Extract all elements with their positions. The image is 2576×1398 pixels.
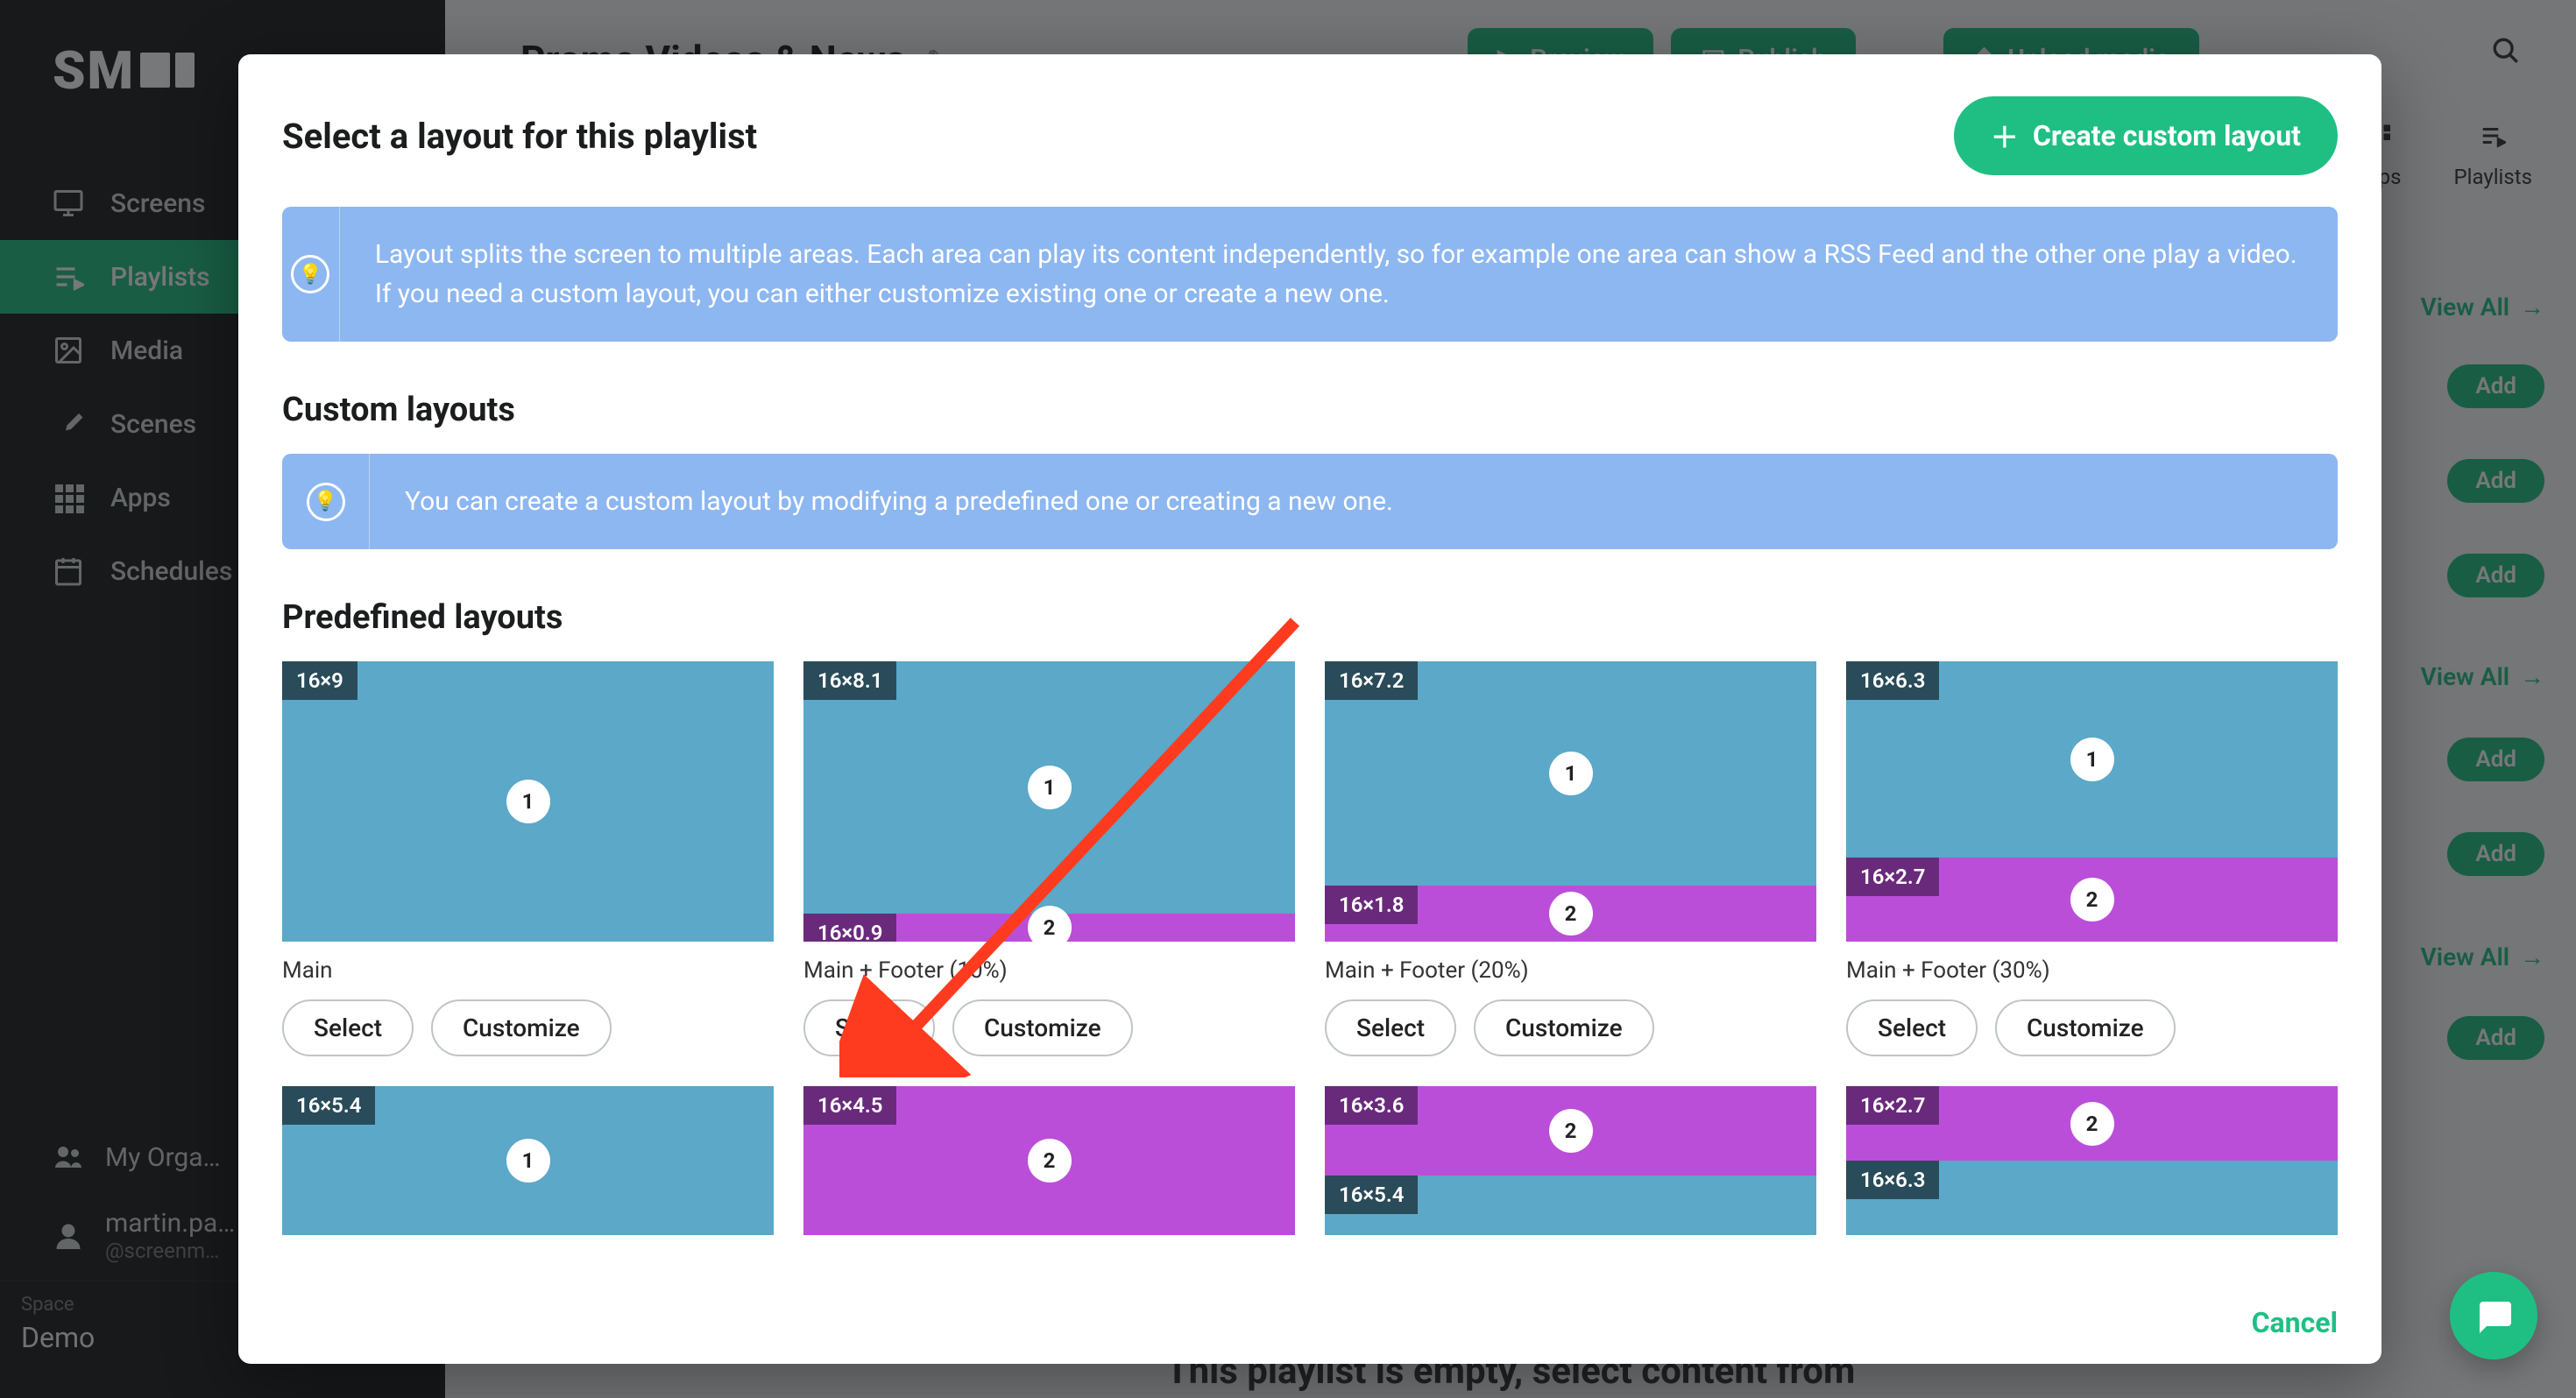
layout-preview[interactable]: 16×5.4 1: [282, 1086, 774, 1235]
layout-area-header: 16×2.7 2: [1846, 1086, 2338, 1161]
layout-name: Main + Footer (10%): [803, 957, 1295, 984]
ratio-tag: 16×7.2: [1325, 661, 1418, 700]
info-box-1: 💡 Layout splits the screen to multiple a…: [282, 207, 2338, 342]
customize-button[interactable]: Customize: [1474, 999, 1654, 1056]
layout-card: 16×9 1 Main Select Customize: [282, 661, 774, 1056]
layout-actions: Select Customize: [1846, 999, 2338, 1056]
info-box-2: 💡 You can create a custom layout by modi…: [282, 454, 2338, 549]
layout-name: Main + Footer (20%): [1325, 957, 1816, 984]
ratio-tag: 16×2.7: [1846, 858, 1939, 896]
ratio-tag: 16×2.7: [1846, 1086, 1939, 1125]
custom-layouts-heading: Custom layouts: [282, 391, 2338, 429]
ratio-tag: 16×5.4: [1325, 1176, 1418, 1214]
select-button[interactable]: Select: [282, 999, 414, 1056]
ratio-tag: 16×6.3: [1846, 1161, 1939, 1199]
zone-number: 1: [1028, 766, 1072, 809]
zone-number: 2: [1549, 1109, 1593, 1153]
layout-name: Main + Footer (30%): [1846, 957, 2338, 984]
layout-card: 16×4.5 2: [803, 1086, 1295, 1235]
layout-name: Main: [282, 957, 774, 984]
ratio-tag: 16×6.3: [1846, 661, 1939, 700]
layout-area-footer: 16×0.92: [803, 914, 1295, 942]
zone-number: 1: [1549, 752, 1593, 795]
layout-area-main: 16×5.4: [1325, 1176, 1816, 1235]
layout-area-main: 16×9 1: [282, 661, 774, 942]
ratio-tag: 16×8.1: [803, 661, 896, 700]
info-text-1: Layout splits the screen to multiple are…: [340, 207, 2338, 342]
chat-widget[interactable]: [2450, 1272, 2537, 1359]
cancel-button[interactable]: Cancel: [2252, 1306, 2338, 1339]
layout-area-footer: 16×1.8 2: [1325, 886, 1816, 942]
zone-number: 1: [506, 780, 550, 823]
ratio-tag: 16×0.9: [803, 914, 896, 942]
customize-button[interactable]: Customize: [431, 999, 612, 1056]
layout-area-main: 16×6.3: [1846, 1161, 2338, 1235]
lightbulb-icon: 💡: [291, 255, 329, 293]
customize-button[interactable]: Customize: [1995, 999, 2176, 1056]
layout-actions: Select Customize: [803, 999, 1295, 1056]
info-text-2: You can create a custom layout by modify…: [370, 454, 1428, 549]
zone-number: 2: [2070, 1102, 2114, 1146]
layout-area-main: 16×7.2 1: [1325, 661, 1816, 886]
layout-area-main: 16×6.3 1: [1846, 661, 2338, 858]
select-button[interactable]: Select: [1846, 999, 1978, 1056]
layout-card: 16×6.3 1 16×2.7 2 Main + Footer (30%) Select C…: [1846, 661, 2338, 1056]
zone-number: 2: [1549, 892, 1593, 936]
layout-area-main: 16×5.4 1: [282, 1086, 774, 1235]
layout-card: 16×7.2 1 16×1.8 2 Main + Footer (20%) Select C…: [1325, 661, 1816, 1056]
lightbulb-icon: 💡: [307, 483, 345, 521]
layout-preview[interactable]: 16×9 1: [282, 661, 774, 942]
select-button[interactable]: Select: [803, 999, 935, 1056]
ratio-tag: 16×3.6: [1325, 1086, 1418, 1125]
predefined-layouts-heading: Predefined layouts: [282, 598, 2338, 637]
layout-preview[interactable]: 16×2.7 2 16×6.3: [1846, 1086, 2338, 1235]
layout-actions: Select Customize: [1325, 999, 1816, 1056]
create-custom-layout-button[interactable]: ＋ Create custom layout: [1954, 96, 2338, 175]
layout-preview[interactable]: 16×3.6 2 16×5.4: [1325, 1086, 1816, 1235]
ratio-tag: 16×4.5: [803, 1086, 896, 1125]
select-button[interactable]: Select: [1325, 999, 1456, 1056]
layout-preview[interactable]: 16×6.3 1 16×2.7 2: [1846, 661, 2338, 942]
zone-number: 2: [1028, 1139, 1072, 1183]
layout-actions: Select Customize: [282, 999, 774, 1056]
ratio-tag: 16×9: [282, 661, 357, 700]
chat-icon: [2473, 1295, 2515, 1337]
layout-card: 16×3.6 2 16×5.4: [1325, 1086, 1816, 1235]
layout-area-header: 16×3.6 2: [1325, 1086, 1816, 1176]
layout-card: 16×5.4 1: [282, 1086, 774, 1235]
layout-card: 16×8.1 1 16×0.92 Main + Footer (10%) Select C…: [803, 661, 1295, 1056]
customize-button[interactable]: Customize: [952, 999, 1133, 1056]
layout-area-header: 16×4.5 2: [803, 1086, 1295, 1235]
layout-area-main: 16×8.1 1: [803, 661, 1295, 914]
zone-number: 1: [506, 1139, 550, 1183]
plus-icon: ＋: [1991, 116, 2019, 156]
modal-title: Select a layout for this playlist: [282, 116, 757, 157]
ratio-tag: 16×5.4: [282, 1086, 375, 1125]
layout-modal: Select a layout for this playlist ＋ Crea…: [238, 54, 2381, 1364]
layout-area-footer: 16×2.7 2: [1846, 858, 2338, 942]
ratio-tag: 16×1.8: [1325, 886, 1418, 924]
zone-number: 2: [2070, 878, 2114, 921]
zone-number: 1: [2070, 738, 2114, 781]
layout-preview[interactable]: 16×7.2 1 16×1.8 2: [1325, 661, 1816, 942]
layout-card: 16×2.7 2 16×6.3: [1846, 1086, 2338, 1235]
layout-preview[interactable]: 16×8.1 1 16×0.92: [803, 661, 1295, 942]
create-custom-layout-label: Create custom layout: [2033, 119, 2301, 152]
layout-preview[interactable]: 16×4.5 2: [803, 1086, 1295, 1235]
